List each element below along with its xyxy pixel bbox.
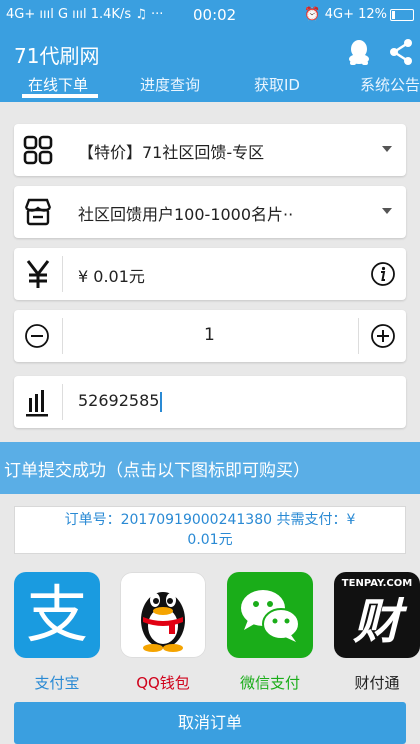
clock: 00:02 xyxy=(193,6,237,24)
app-title: 71代刷网 xyxy=(14,44,100,68)
category-value: 【特价】71社区回馈-专区 xyxy=(78,143,265,162)
tenpay-label[interactable]: 财付通 xyxy=(327,672,420,693)
bar-chart-icon xyxy=(26,390,48,417)
price-field: ¥ 0.01元 xyxy=(14,248,406,300)
alipay-button[interactable]: 支 xyxy=(14,572,100,658)
alipay-icon: 支 xyxy=(25,578,88,651)
alipay-label[interactable]: 支付宝 xyxy=(7,672,107,693)
tenpay-button[interactable]: TENPAY.COM 财 xyxy=(334,572,420,658)
divider xyxy=(62,384,63,420)
qq-icon[interactable] xyxy=(346,38,372,66)
qq-wallet-button[interactable] xyxy=(120,572,206,658)
store-icon xyxy=(24,198,52,226)
divider xyxy=(62,256,63,292)
order-number-line: 订单号：20170919000241380 共需支付：¥ xyxy=(64,512,356,528)
minus-circle-icon[interactable] xyxy=(24,323,50,349)
chevron-down-icon xyxy=(382,208,392,214)
qq-wallet-label[interactable]: QQ钱包 xyxy=(113,672,213,693)
tab-get-id[interactable]: 获取ID xyxy=(254,74,300,95)
tenpay-brand: TENPAY.COM xyxy=(341,578,413,589)
app-bar: 71代刷网 在线下单 进度查询 获取ID 系统公告 xyxy=(0,30,420,102)
order-info: 订单号：20170919000241380 共需支付：¥ 0.01元 xyxy=(14,506,406,554)
text-cursor xyxy=(160,391,163,412)
quantity-value[interactable]: 1 xyxy=(204,325,215,345)
cancel-order-button[interactable]: 取消订单 xyxy=(14,702,406,744)
active-tab-indicator xyxy=(22,94,98,98)
order-success-banner: 订单提交成功（点击以下图标即可购买） xyxy=(0,442,420,494)
product-value: 社区回馈用户100-1000名片·· xyxy=(78,205,294,224)
grid-icon xyxy=(23,135,53,165)
yen-icon xyxy=(26,260,50,288)
divider xyxy=(62,318,63,354)
tab-announcement[interactable]: 系统公告 xyxy=(360,74,420,95)
info-icon[interactable] xyxy=(370,261,396,287)
account-input[interactable]: 52692585 xyxy=(14,376,406,428)
signal-info: 4G+ ıııl G ıııl 1.4K/s ♫ ··· xyxy=(6,7,164,22)
divider xyxy=(358,318,359,354)
tab-order-online[interactable]: 在线下单 xyxy=(28,74,88,95)
price-value: ¥ 0.01元 xyxy=(78,267,145,286)
status-bar: 4G+ ıııl G ıııl 1.4K/s ♫ ··· 00:02 ⏰ 4G+… xyxy=(0,0,420,30)
chevron-down-icon xyxy=(382,146,392,152)
quantity-stepper: 1 xyxy=(14,310,406,362)
status-right: ⏰ 4G+ 12% xyxy=(304,7,414,22)
account-value: 52692585 xyxy=(78,391,163,412)
qq-penguin-icon xyxy=(141,592,185,652)
plus-circle-icon[interactable] xyxy=(370,323,396,349)
category-select[interactable]: 【特价】71社区回馈-专区 xyxy=(14,124,406,176)
tab-progress-query[interactable]: 进度查询 xyxy=(140,74,200,95)
wechat-pay-button[interactable] xyxy=(227,572,313,658)
battery-icon xyxy=(390,8,414,21)
wechat-pay-label[interactable]: 微信支付 xyxy=(220,672,320,693)
product-select[interactable]: 社区回馈用户100-1000名片·· xyxy=(14,186,406,238)
wechat-icon xyxy=(241,590,300,642)
order-amount-line: 0.01元 xyxy=(187,532,233,548)
share-icon[interactable] xyxy=(388,38,414,66)
tenpay-icon: 财 xyxy=(352,594,401,650)
